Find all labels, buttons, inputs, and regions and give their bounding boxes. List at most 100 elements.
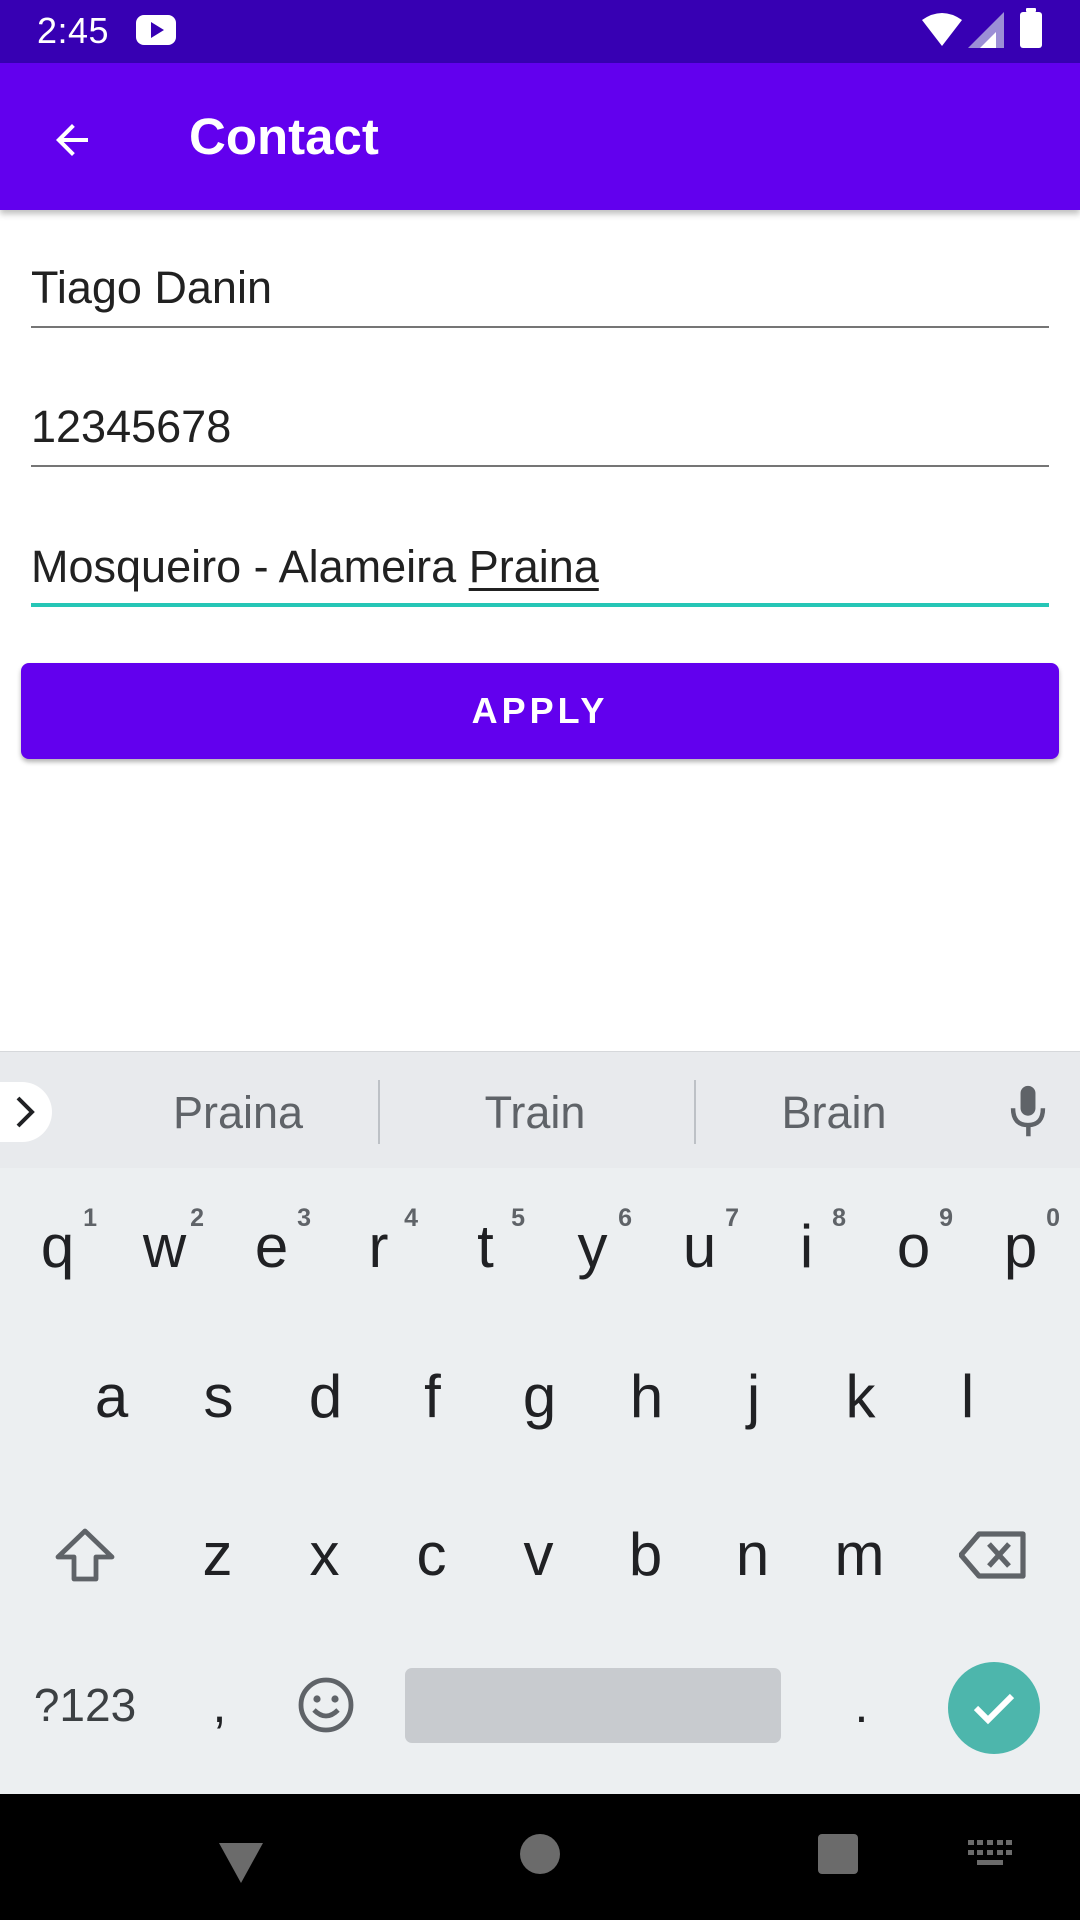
key-v[interactable]: v <box>485 1490 592 1620</box>
key-u[interactable]: u7 <box>646 1182 753 1312</box>
backspace-key[interactable] <box>938 1490 1048 1620</box>
key-label: d <box>308 1363 343 1430</box>
address-field-value: Mosqueiro - Alameira Praina <box>31 541 599 593</box>
status-time: 2:45 <box>37 10 110 51</box>
key-x[interactable]: x <box>271 1490 378 1620</box>
status-bar: 2:45 <box>0 0 1080 63</box>
enter-button[interactable] <box>948 1662 1040 1754</box>
key-label: h <box>629 1363 664 1430</box>
key-hint: 4 <box>404 1204 418 1232</box>
youtube-icon <box>136 15 176 45</box>
key-hint: 3 <box>297 1204 311 1232</box>
key-h[interactable]: h <box>593 1332 700 1462</box>
apply-button[interactable]: APPLY <box>21 663 1059 759</box>
name-field[interactable]: Tiago Danin <box>31 238 1049 328</box>
key-g[interactable]: g <box>486 1332 593 1462</box>
key-label: o <box>896 1213 931 1280</box>
key-p[interactable]: p0 <box>967 1182 1074 1312</box>
nav-back-button[interactable] <box>219 1843 263 1888</box>
emoji-icon <box>298 1677 353 1733</box>
symbols-key[interactable]: ?123 <box>25 1640 145 1770</box>
comma-key-label: , <box>212 1677 227 1733</box>
period-key-label: . <box>854 1677 869 1733</box>
keyboard-expand-button[interactable] <box>0 1082 52 1142</box>
emoji-key[interactable] <box>272 1640 379 1770</box>
key-f[interactable]: f <box>379 1332 486 1462</box>
keyboard-icon <box>968 1840 1012 1865</box>
key-label: x <box>309 1521 340 1588</box>
key-label: m <box>834 1521 885 1588</box>
phone-field[interactable]: 12345678 <box>31 377 1049 467</box>
key-hint: 0 <box>1046 1204 1060 1232</box>
symbols-key-label: ?123 <box>33 1679 137 1731</box>
key-label: a <box>94 1363 129 1430</box>
key-label: l <box>960 1363 975 1430</box>
key-a[interactable]: a <box>58 1332 165 1462</box>
key-label: k <box>845 1363 876 1430</box>
signal-icon <box>968 12 1004 53</box>
key-label: z <box>202 1521 233 1588</box>
voice-input-button[interactable] <box>1005 1084 1051 1145</box>
key-c[interactable]: c <box>378 1490 485 1620</box>
address-field[interactable]: Mosqueiro - Alameira Praina <box>31 517 1049 607</box>
suggestion-3[interactable]: Brain <box>684 1087 984 1139</box>
period-key[interactable]: . <box>808 1640 915 1770</box>
key-b[interactable]: b <box>592 1490 699 1620</box>
nav-home-button[interactable] <box>520 1834 560 1874</box>
chevron-right-icon <box>16 1096 35 1128</box>
key-label: w <box>142 1213 187 1280</box>
key-l[interactable]: l <box>914 1332 1021 1462</box>
key-i[interactable]: i8 <box>753 1182 860 1312</box>
key-label: u <box>682 1213 717 1280</box>
nav-back-icon <box>219 1843 263 1883</box>
mic-icon <box>1010 1085 1046 1137</box>
key-k[interactable]: k <box>807 1332 914 1462</box>
key-label: e <box>254 1213 289 1280</box>
phone-field-value: 12345678 <box>31 401 232 452</box>
page-title: Contact <box>189 108 379 165</box>
key-z[interactable]: z <box>164 1490 271 1620</box>
app-bar: Contact <box>0 63 1080 210</box>
key-hint: 9 <box>939 1204 953 1232</box>
comma-key[interactable]: , <box>166 1640 273 1770</box>
key-w[interactable]: w2 <box>111 1182 218 1312</box>
key-label: s <box>203 1363 234 1430</box>
key-label: i <box>799 1213 814 1280</box>
key-label: t <box>477 1213 494 1280</box>
suggestion-1[interactable]: Praina <box>88 1087 388 1139</box>
key-hint: 1 <box>83 1204 97 1232</box>
key-j[interactable]: j <box>700 1332 807 1462</box>
key-e[interactable]: e3 <box>218 1182 325 1312</box>
key-n[interactable]: n <box>699 1490 806 1620</box>
address-field-composing-text: Praina <box>468 541 599 592</box>
key-label: g <box>522 1363 557 1430</box>
shift-key[interactable] <box>30 1490 140 1620</box>
backspace-icon <box>959 1531 1026 1579</box>
name-field-value: Tiago Danin <box>31 262 272 313</box>
suggestion-divider <box>378 1080 380 1144</box>
key-r[interactable]: r4 <box>325 1182 432 1312</box>
nav-keyboard-switch-button[interactable] <box>968 1840 1012 1873</box>
suggestion-2[interactable]: Train <box>385 1087 685 1139</box>
phone-field-underline <box>31 465 1049 467</box>
space-bar[interactable] <box>405 1668 781 1743</box>
key-label: y <box>577 1213 608 1280</box>
arrow-back-icon <box>56 124 88 156</box>
key-label: v <box>523 1521 554 1588</box>
key-hint: 5 <box>511 1204 525 1232</box>
key-d[interactable]: d <box>272 1332 379 1462</box>
nav-recents-button[interactable] <box>818 1834 858 1874</box>
key-hint: 6 <box>618 1204 632 1232</box>
key-m[interactable]: m <box>806 1490 913 1620</box>
address-field-text: Mosqueiro - Alameira <box>31 541 469 592</box>
key-t[interactable]: t5 <box>432 1182 539 1312</box>
shift-icon <box>55 1528 115 1582</box>
suggestion-strip: Praina Train Brain <box>0 1051 1080 1168</box>
key-y[interactable]: y6 <box>539 1182 646 1312</box>
key-label: n <box>735 1521 770 1588</box>
key-o[interactable]: o9 <box>860 1182 967 1312</box>
key-s[interactable]: s <box>165 1332 272 1462</box>
back-button[interactable] <box>30 98 114 182</box>
key-q[interactable]: q1 <box>4 1182 111 1312</box>
name-field-underline <box>31 326 1049 328</box>
